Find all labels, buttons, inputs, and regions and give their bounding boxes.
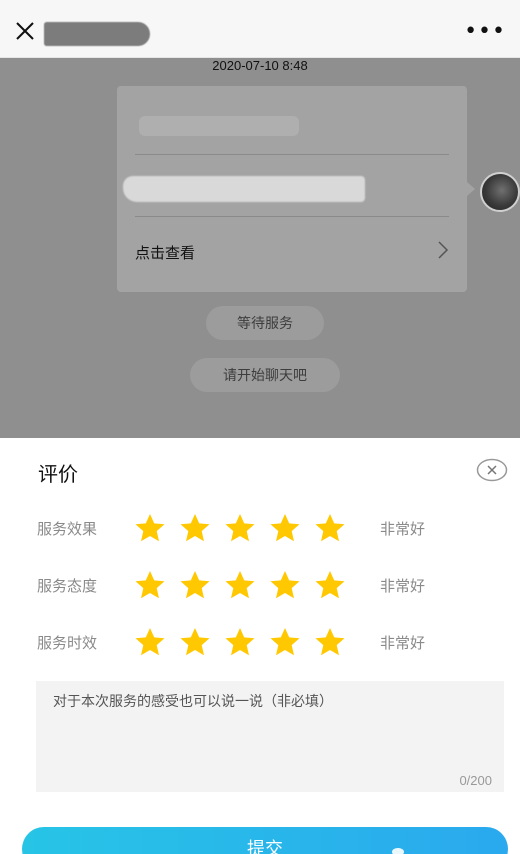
rating-label: 服务时效 (37, 635, 98, 652)
close-circle-icon[interactable] (476, 458, 508, 482)
nav-bar: ••• (0, 0, 520, 58)
redacted-text (139, 116, 299, 136)
chevron-right-icon (438, 241, 449, 259)
rating-level: 非常好 (380, 578, 426, 595)
redacted-title (44, 22, 150, 46)
star-icon[interactable] (269, 513, 301, 543)
close-icon[interactable] (14, 20, 36, 42)
rating-sheet: 评价 服务效果 非常好 服务态度 非常好 服务时效 非常好 0/200 提交 (0, 438, 520, 854)
star-icon[interactable] (134, 513, 166, 543)
star-icon[interactable] (314, 627, 346, 657)
star-icon[interactable] (134, 570, 166, 600)
rating-label: 服务效果 (37, 521, 98, 538)
comment-field[interactable] (36, 681, 504, 792)
star-rating[interactable] (134, 570, 359, 600)
more-dots-icon[interactable]: ••• (464, 21, 506, 43)
rating-label: 服务态度 (37, 578, 98, 595)
chat-area: 2020-07-10 8:48 点击查看 等待服务 请开始聊天吧 (0, 58, 520, 438)
rating-level: 非常好 (380, 521, 426, 538)
rating-level: 非常好 (380, 635, 426, 652)
rating-row-attitude: 服务态度 非常好 (0, 565, 520, 605)
submit-button[interactable]: 提交 (22, 827, 508, 854)
rating-row-effect: 服务效果 非常好 (0, 508, 520, 548)
char-counter: 0/200 (459, 773, 492, 788)
rating-row-timeliness: 服务时效 非常好 (0, 622, 520, 662)
divider (135, 154, 449, 155)
message-timestamp: 2020-07-10 8:48 (212, 58, 308, 73)
sheet-title: 评价 (38, 464, 78, 486)
view-details-link[interactable]: 点击查看 (135, 242, 195, 263)
divider (135, 216, 449, 217)
star-icon[interactable] (224, 570, 256, 600)
start-chat-hint: 请开始聊天吧 (190, 358, 340, 392)
star-icon[interactable] (314, 570, 346, 600)
redacted-text (123, 176, 365, 202)
star-icon[interactable] (224, 513, 256, 543)
star-icon[interactable] (179, 570, 211, 600)
star-icon[interactable] (134, 627, 166, 657)
touch-indicator (392, 848, 404, 854)
star-icon[interactable] (269, 627, 301, 657)
star-icon[interactable] (314, 513, 346, 543)
star-icon[interactable] (269, 570, 301, 600)
star-rating[interactable] (134, 627, 359, 657)
avatar (480, 172, 520, 212)
star-rating[interactable] (134, 513, 359, 543)
star-icon[interactable] (179, 513, 211, 543)
status-badge: 等待服务 (206, 306, 324, 340)
bubble-tail (467, 182, 475, 196)
star-icon[interactable] (179, 627, 211, 657)
star-icon[interactable] (224, 627, 256, 657)
service-card[interactable]: 点击查看 (117, 86, 467, 292)
